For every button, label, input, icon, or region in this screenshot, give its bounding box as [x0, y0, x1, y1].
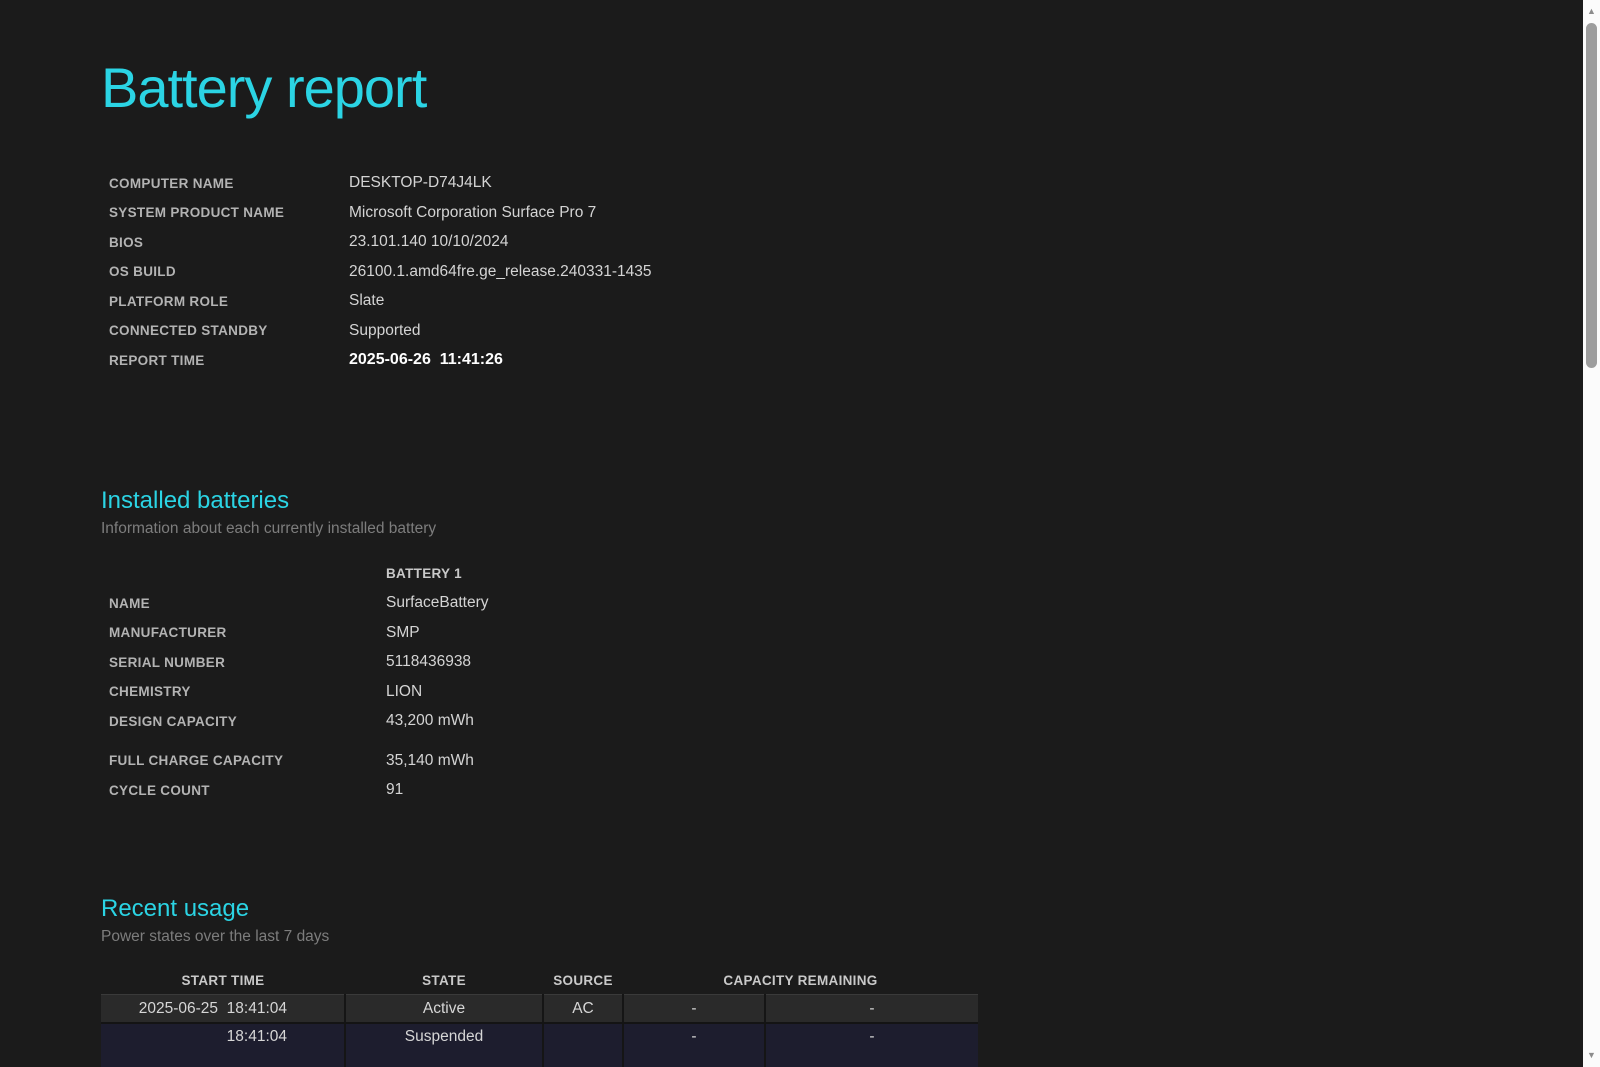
system-info-table: COMPUTER NAME DESKTOP-D74J4LK SYSTEM PRO…: [101, 168, 978, 375]
usage-capacity-mwh: -: [765, 1023, 978, 1067]
usage-capacity-mwh: -: [765, 995, 978, 1023]
system-info-row: SYSTEM PRODUCT NAME Microsoft Corporatio…: [101, 198, 978, 228]
battery-info-value: 5118436938: [386, 653, 471, 671]
battery-info-value: 43,200 mWh: [386, 712, 474, 730]
battery-info-row: CYCLE COUNT 91: [101, 775, 978, 805]
system-info-row: COMPUTER NAME DESKTOP-D74J4LK: [101, 168, 978, 198]
system-info-row: PLATFORM ROLE Slate: [101, 286, 978, 316]
scrollbar-thumb[interactable]: [1586, 23, 1597, 368]
battery-info-label: DESIGN CAPACITY: [101, 714, 386, 729]
system-info-label: PLATFORM ROLE: [101, 294, 349, 309]
usage-source: AC: [543, 995, 623, 1023]
battery-info-row: CHEMISTRY LION: [101, 677, 978, 707]
system-info-value: 23.101.140 10/10/2024: [349, 233, 508, 251]
system-info-value: Supported: [349, 322, 421, 340]
usage-state: Active: [345, 995, 543, 1023]
battery-info-value: 91: [386, 781, 403, 799]
system-info-row-report-time: REPORT TIME 2025-06-26 11:41:26: [101, 345, 978, 375]
battery-info-value: SMP: [386, 624, 420, 642]
report-content: Battery report COMPUTER NAME DESKTOP-D74…: [101, 0, 978, 1067]
scrollbar-down-arrow-icon[interactable]: ▼: [1583, 1048, 1600, 1062]
battery-info-row: DESIGN CAPACITY 43,200 mWh: [101, 706, 978, 736]
system-info-row: OS BUILD 26100.1.amd64fre.ge_release.240…: [101, 257, 978, 287]
system-info-value: Microsoft Corporation Surface Pro 7: [349, 204, 596, 222]
battery-info-label: MANUFACTURER: [101, 625, 386, 640]
battery-info-label: CHEMISTRY: [101, 684, 386, 699]
battery-info-table: BATTERY 1 NAME SurfaceBattery MANUFACTUR…: [101, 559, 978, 805]
usage-capacity-pct: -: [623, 1023, 765, 1067]
battery-info-label: SERIAL NUMBER: [101, 655, 386, 670]
column-header-state: STATE: [345, 969, 543, 995]
system-info-value: 26100.1.amd64fre.ge_release.240331-1435: [349, 263, 652, 281]
page-title: Battery report: [101, 0, 978, 120]
system-info-label: OS BUILD: [101, 264, 349, 279]
recent-usage-section: Recent usage Power states over the last …: [101, 893, 978, 1067]
system-info-label: CONNECTED STANDBY: [101, 323, 349, 338]
battery-info-row: MANUFACTURER SMP: [101, 618, 978, 648]
battery-info-value: SurfaceBattery: [386, 594, 489, 612]
battery-column-header: BATTERY 1: [386, 566, 462, 581]
vertical-scrollbar[interactable]: ▲ ▼: [1583, 0, 1600, 1067]
column-header-start-time: START TIME: [101, 969, 345, 995]
recent-usage-heading: Recent usage: [101, 893, 978, 925]
usage-start-time: 2025-06-25 18:41:04: [101, 995, 345, 1023]
battery-info-row: FULL CHARGE CAPACITY 35,140 mWh: [101, 746, 978, 776]
usage-state: Suspended: [345, 1023, 543, 1067]
installed-batteries-section: Installed batteries Information about ea…: [101, 485, 978, 805]
battery-info-row: NAME SurfaceBattery: [101, 588, 978, 618]
scrollbar-up-arrow-icon[interactable]: ▲: [1583, 4, 1600, 18]
system-info-row: BIOS 23.101.140 10/10/2024: [101, 227, 978, 257]
column-header-source: SOURCE: [543, 969, 623, 995]
battery-info-label: FULL CHARGE CAPACITY: [101, 753, 386, 768]
battery-info-value: 35,140 mWh: [386, 752, 474, 770]
battery-report-page: Battery report COMPUTER NAME DESKTOP-D74…: [0, 0, 1600, 1067]
usage-start-time: 18:41:04: [101, 1023, 345, 1067]
system-info-value: DESKTOP-D74J4LK: [349, 174, 492, 192]
usage-capacity-pct: -: [623, 995, 765, 1023]
battery-info-value: LION: [386, 683, 422, 701]
usage-row-suspended: 18:41:04 Suspended - -: [101, 1023, 978, 1067]
usage-table-header-row: START TIME STATE SOURCE CAPACITY REMAINI…: [101, 969, 978, 995]
battery-info-label: CYCLE COUNT: [101, 783, 386, 798]
column-header-capacity-remaining: CAPACITY REMAINING: [623, 969, 978, 995]
installed-batteries-heading: Installed batteries: [101, 485, 978, 517]
system-info-label: COMPUTER NAME: [101, 176, 349, 191]
battery-info-row: SERIAL NUMBER 5118436938: [101, 647, 978, 677]
installed-batteries-subtitle: Information about each currently install…: [101, 517, 978, 541]
report-time-value: 2025-06-26 11:41:26: [349, 351, 503, 369]
battery-column-header-row: BATTERY 1: [101, 559, 978, 589]
usage-source: [543, 1023, 623, 1067]
recent-usage-table: START TIME STATE SOURCE CAPACITY REMAINI…: [101, 969, 978, 1067]
battery-info-label: NAME: [101, 596, 386, 611]
system-info-label: BIOS: [101, 235, 349, 250]
system-info-label: SYSTEM PRODUCT NAME: [101, 205, 349, 220]
recent-usage-subtitle: Power states over the last 7 days: [101, 925, 978, 949]
system-info-value: Slate: [349, 292, 384, 310]
usage-row-active: 2025-06-25 18:41:04 Active AC - -: [101, 995, 978, 1023]
system-info-label: REPORT TIME: [101, 353, 349, 368]
system-info-row: CONNECTED STANDBY Supported: [101, 316, 978, 346]
